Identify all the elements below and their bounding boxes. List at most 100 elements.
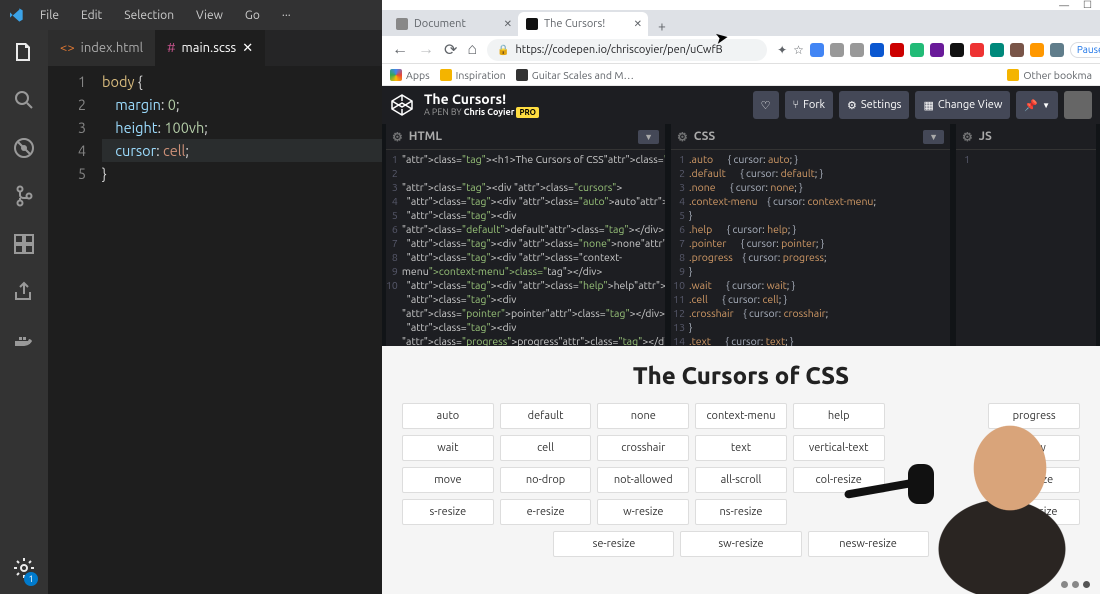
layout-icon: ▦ [923,99,933,112]
browser-tab-document[interactable]: Document ✕ [388,12,518,36]
extension-icon[interactable] [810,43,824,57]
css-editor[interactable]: 1234567891011121314.auto { cursor: auto;… [671,150,950,346]
cursor-cell[interactable]: none [597,403,689,429]
cursor-cell[interactable]: e-resize [500,499,592,525]
browser-tab-cursors[interactable]: The Cursors! ✕ [518,12,648,36]
browser-window: — ☐ Document ✕ The Cursors! ✕ + ← → ⟳ ⌂ … [382,0,1100,594]
cursor-cell[interactable]: ns-resize [695,499,787,525]
cursor-cell[interactable]: crosshair [597,435,689,461]
minimize-icon[interactable]: — [1059,0,1069,11]
preview-heading: The Cursors of CSS [402,362,1080,389]
extension-icon[interactable] [950,43,964,57]
settings-icon[interactable]: 1 [12,556,36,584]
bookmark-guitar[interactable]: Guitar Scales and M… [516,69,634,81]
extension-icon[interactable] [830,43,844,57]
settings-button[interactable]: ⚙Settings [839,91,909,119]
cursor-cell[interactable]: sw-resize [680,531,801,557]
reload-icon[interactable]: ⟳ [444,40,457,59]
cursor-cell[interactable]: all-scroll [695,467,787,493]
menu-view[interactable]: View [190,9,229,22]
menu-go[interactable]: Go [239,9,266,22]
webcam-overlay [864,394,1094,594]
extension-icon[interactable] [910,43,924,57]
cursor-cell[interactable]: s-resize [402,499,494,525]
microphone [844,454,944,554]
search-icon[interactable] [12,88,36,112]
tab-main-scss[interactable]: # main.scss ✕ [155,30,265,66]
avatar[interactable] [1064,91,1092,119]
scss-file-icon: # [167,41,176,55]
back-icon[interactable]: ← [392,40,408,59]
url-text: https://codepen.io/chriscoyier/pen/uCwfB [516,44,723,56]
extension-icon[interactable] [930,43,944,57]
bookmark-inspiration[interactable]: Inspiration [440,69,506,81]
cursor-cell[interactable]: context-menu [695,403,787,429]
menu-selection[interactable]: Selection [118,9,180,22]
chevron-down-icon[interactable]: ▼ [923,130,944,144]
new-tab-button[interactable]: + [652,16,672,36]
apps-icon [390,69,402,81]
apps-button[interactable]: Apps [390,69,430,81]
extension-icon[interactable] [1050,43,1064,57]
other-bookmarks[interactable]: Other bookma [1007,69,1092,81]
menu-edit[interactable]: Edit [75,9,108,22]
js-editor[interactable]: 1 [956,150,1096,346]
menu-more[interactable]: ··· [276,9,297,22]
profile-paused[interactable]: Paused 9 [1070,42,1100,58]
star-icon[interactable]: ☆ [793,43,804,57]
pen-byline: A PEN BY Chris CoyierPRO [424,108,539,118]
extension-icon[interactable] [850,43,864,57]
home-icon[interactable]: ⌂ [467,40,477,59]
cursor-cell[interactable]: wait [402,435,494,461]
gear-icon[interactable]: ⚙ [392,130,403,144]
fork-button[interactable]: ⑂Fork [785,91,834,119]
debug-icon[interactable] [12,136,36,160]
close-icon[interactable]: ✕ [634,18,642,30]
favicon-icon [526,18,538,30]
cursor-cell[interactable]: auto [402,403,494,429]
cursor-cell[interactable]: move [402,467,494,493]
gear-icon[interactable]: ⚙ [677,130,688,144]
window-controls: — ☐ [382,0,1100,10]
close-icon[interactable]: ✕ [242,41,253,56]
extension-icon[interactable] [890,43,904,57]
bookmark-label: Other bookma [1023,69,1092,81]
cursor-cell[interactable]: default [500,403,592,429]
chevron-down-icon[interactable]: ▼ [638,130,659,144]
git-icon[interactable] [12,184,36,208]
extension-icon[interactable] [870,43,884,57]
share-icon[interactable] [12,280,36,304]
chevron-down-icon: ▼ [1042,101,1050,110]
forward-icon[interactable]: → [418,40,434,59]
cursor-cell[interactable]: no-drop [500,467,592,493]
extensions-icon[interactable] [12,232,36,256]
extension-icon[interactable] [1010,43,1024,57]
menu-file[interactable]: File [34,9,65,22]
cursor-cell[interactable]: not-allowed [597,467,689,493]
extension-icon[interactable] [990,43,1004,57]
pin-button[interactable]: 📌▼ [1016,91,1058,119]
codepen-logo-icon [390,93,414,117]
url-input[interactable]: 🔒 https://codepen.io/chriscoyier/pen/uCw… [487,39,767,61]
code-editor[interactable]: 12345 body { margin: 0; height: 100vh; c… [48,66,382,594]
pane-label: JS [979,130,992,143]
cursor-cell[interactable]: se-resize [553,531,674,557]
cursor-cell[interactable]: cell [500,435,592,461]
editor-tabs: <> index.html # main.scss ✕ [48,30,382,66]
html-editor[interactable]: 12345678910"attr">class="tag"><h1>The Cu… [386,150,665,346]
qr-icon[interactable]: ✦ [777,43,787,57]
extension-icon[interactable] [970,43,984,57]
close-icon[interactable]: ✕ [504,18,512,30]
extension-icon[interactable] [1030,43,1044,57]
change-view-button[interactable]: ▦Change View [915,91,1010,119]
tab-label: index.html [81,41,143,55]
gear-icon[interactable]: ⚙ [962,130,973,144]
tab-index-html[interactable]: <> index.html [48,30,155,66]
cursor-cell[interactable]: text [695,435,787,461]
files-icon[interactable] [12,40,36,64]
cursor-cell[interactable]: w-resize [597,499,689,525]
extensions-row [810,43,1064,57]
bookmark-label: Inspiration [456,69,506,81]
heart-button[interactable]: ♡ [753,91,779,119]
docker-icon[interactable] [12,328,36,352]
